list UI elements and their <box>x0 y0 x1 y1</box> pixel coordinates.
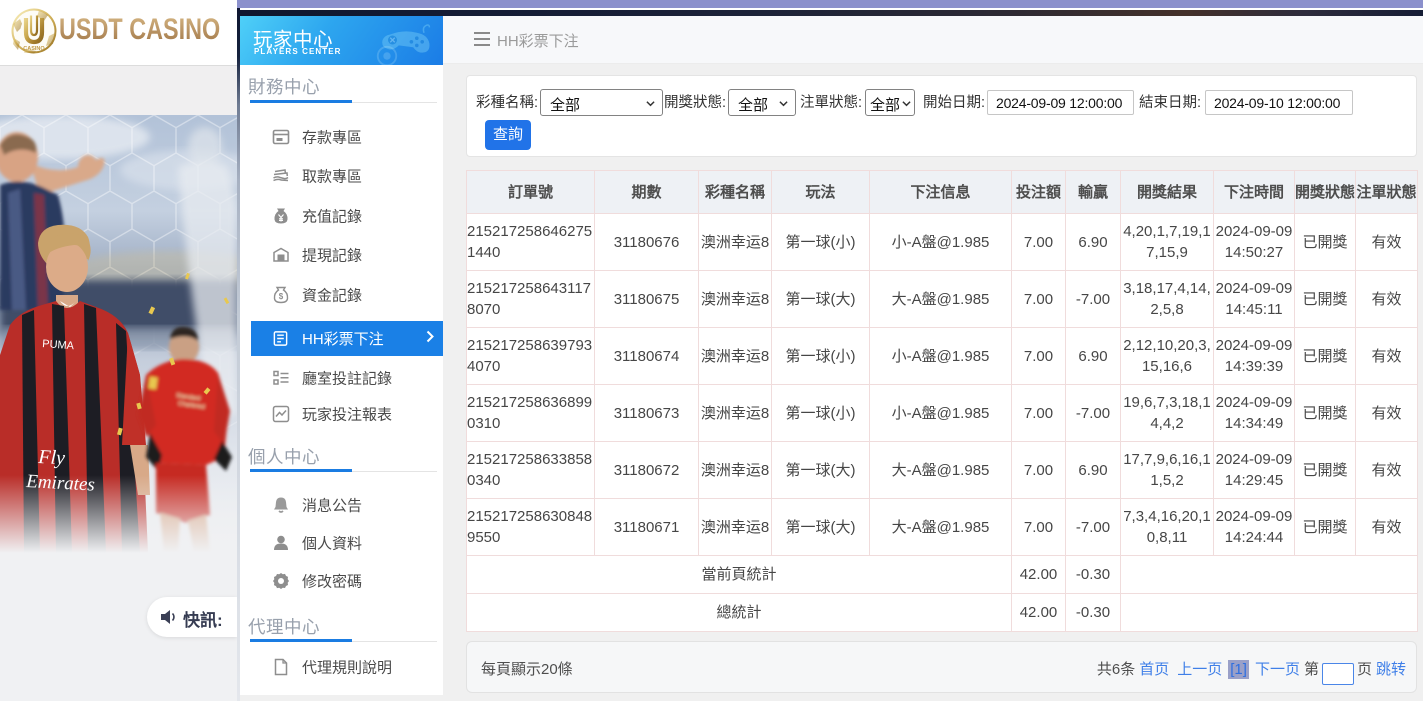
svg-text:CASINO: CASINO <box>23 46 45 52</box>
svg-text:Fly: Fly <box>37 446 66 469</box>
svg-text:PUMA: PUMA <box>42 338 75 352</box>
svg-text:$: $ <box>279 292 284 301</box>
